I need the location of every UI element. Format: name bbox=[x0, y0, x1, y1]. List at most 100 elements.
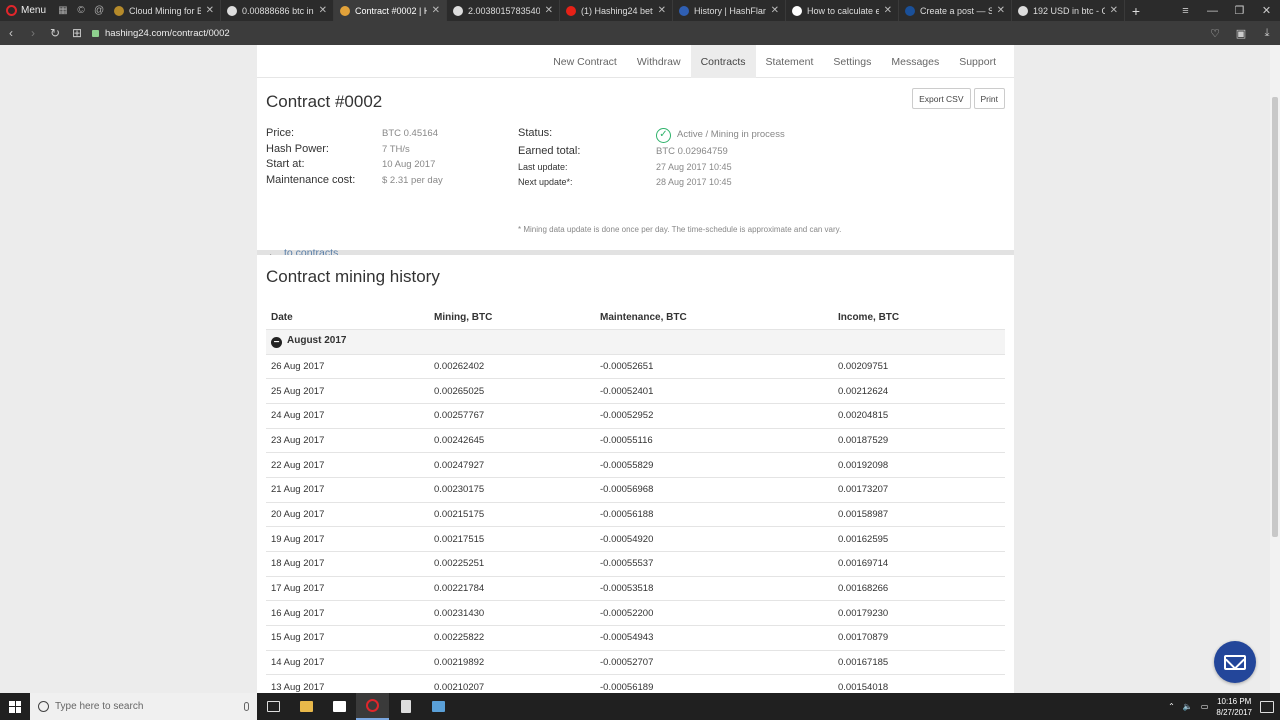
store-icon[interactable] bbox=[323, 693, 356, 720]
browser-tab[interactable]: 0.00888686 btc in in ✕ bbox=[221, 0, 335, 21]
subnav-support[interactable]: Support bbox=[949, 45, 1006, 78]
subnav-withdraw[interactable]: Withdraw bbox=[627, 45, 691, 78]
subnav-contracts[interactable]: Contracts bbox=[690, 45, 756, 78]
tab-close-icon[interactable]: ✕ bbox=[206, 5, 214, 16]
tabs-grid-icon[interactable]: ⊞ bbox=[66, 21, 88, 45]
tab-title: Contract #0002 | Hash bbox=[355, 5, 427, 16]
month-group-cell[interactable]: − August 2017 bbox=[266, 328, 1005, 354]
tab-close-icon[interactable]: ✕ bbox=[997, 5, 1005, 16]
subnav-settings[interactable]: Settings bbox=[823, 45, 881, 78]
tab-close-icon[interactable]: ✕ bbox=[1110, 5, 1118, 16]
cortana-icon bbox=[38, 701, 49, 712]
wallet-icon[interactable]: ▣ bbox=[1228, 21, 1254, 45]
lock-icon bbox=[92, 29, 99, 37]
income-cell: 0.00169714 bbox=[833, 551, 1005, 577]
income-cell: 0.00154018 bbox=[833, 674, 1005, 693]
month-group-row[interactable]: − August 2017 bbox=[266, 328, 1005, 354]
task-view-icon[interactable] bbox=[257, 693, 290, 720]
income-cell: 0.00192098 bbox=[833, 452, 1005, 478]
url-text: hashing24.com/contract/0002 bbox=[105, 27, 230, 39]
keyboard-icon[interactable]: ▭ bbox=[1201, 702, 1209, 711]
tab-close-icon[interactable]: ✕ bbox=[658, 5, 666, 16]
browser-tab[interactable]: Create a post — Steem ✕ bbox=[899, 0, 1013, 21]
back-icon[interactable]: ‹ bbox=[0, 21, 22, 45]
mining-cell: 0.00230175 bbox=[429, 476, 595, 503]
microphone-icon[interactable] bbox=[244, 702, 249, 711]
restore-button[interactable]: ❐ bbox=[1226, 0, 1253, 21]
minimize-button[interactable]: — bbox=[1199, 0, 1226, 21]
reload-icon[interactable]: ↻ bbox=[44, 21, 66, 45]
new-tab-button[interactable]: + bbox=[1125, 0, 1147, 21]
taskbar-clock[interactable]: 10:16 PM 8/27/2017 bbox=[1216, 696, 1252, 718]
opera-taskbar-icon[interactable] bbox=[356, 693, 389, 720]
action-center-icon[interactable] bbox=[1260, 700, 1274, 713]
subnav-messages[interactable]: Messages bbox=[881, 45, 949, 78]
browser-tab[interactable]: (1) Hashing24 better ✕ bbox=[560, 0, 674, 21]
income-cell: 0.00179230 bbox=[833, 600, 1005, 626]
month-group-label: August 2017 bbox=[287, 334, 347, 346]
browser-menu-button[interactable]: Menu bbox=[0, 0, 54, 21]
url-field[interactable]: hashing24.com/contract/0002 bbox=[88, 21, 1202, 45]
income-cell: 0.00173207 bbox=[833, 476, 1005, 503]
forward-icon[interactable]: › bbox=[22, 21, 44, 45]
income-cell: 0.00162595 bbox=[833, 526, 1005, 552]
table-row: 24 Aug 2017 0.00257767 -0.00052952 0.002048… bbox=[266, 402, 1005, 429]
print-button[interactable]: Print bbox=[973, 88, 1005, 109]
contract-labels-left: Price: Hash Power: Start at: Maintenance… bbox=[266, 126, 355, 188]
status-text: Active / Mining in process bbox=[677, 129, 785, 141]
window-controls: ≡ — ❐ ✕ bbox=[1172, 0, 1280, 21]
income-cell: 0.00170879 bbox=[833, 625, 1005, 651]
maintenance-cell: -0.00054943 bbox=[595, 625, 833, 651]
chat-message-button[interactable] bbox=[1214, 641, 1256, 683]
browser-tab[interactable]: 192 USD in btc - Goo ✕ bbox=[1012, 0, 1126, 21]
start-button[interactable] bbox=[0, 693, 30, 720]
mining-cell: 0.00257767 bbox=[429, 402, 595, 429]
collapse-minus-icon[interactable]: − bbox=[271, 337, 282, 349]
contract-values-left: BTC 0.45164 7 TH/s 10 Aug 2017 $ 2.31 pe… bbox=[382, 126, 443, 188]
tab-close-icon[interactable]: ✕ bbox=[432, 5, 440, 16]
tray-chevron-icon[interactable]: ⌃ bbox=[1168, 702, 1175, 711]
at-icon[interactable]: @ bbox=[90, 0, 108, 21]
tab-favicon-icon bbox=[340, 5, 351, 16]
update-note: * Mining data update is done once per da… bbox=[518, 225, 842, 234]
export-csv-button[interactable]: Export CSV bbox=[912, 88, 971, 109]
file-explorer-icon[interactable] bbox=[290, 693, 323, 720]
browser-tab[interactable]: 2.00380157835400 ✕ bbox=[447, 0, 561, 21]
maintenance-cost-label: Maintenance cost: bbox=[266, 173, 356, 186]
crypto-icon[interactable]: © bbox=[72, 0, 90, 21]
tab-title: How to calculate esti bbox=[807, 5, 879, 16]
maintenance-cell: -0.00052401 bbox=[595, 378, 833, 404]
clock-time: 10:16 PM bbox=[1217, 696, 1252, 706]
close-window-button[interactable]: ✕ bbox=[1253, 0, 1280, 21]
browser-tab[interactable]: History | HashFlare Cl ✕ bbox=[673, 0, 787, 21]
page-viewport: New Contract Withdraw Contracts Statement Se… bbox=[0, 45, 1280, 693]
table-row: 14 Aug 2017 0.00219892 -0.00052707 0.001671… bbox=[266, 649, 1005, 675]
taskbar-search[interactable]: Type here to search bbox=[30, 693, 257, 720]
tab-favicon-icon bbox=[453, 5, 464, 16]
date-cell: 26 Aug 2017 bbox=[266, 353, 429, 379]
bookmark-heart-icon[interactable]: ♡ bbox=[1202, 21, 1228, 45]
calculator-icon[interactable] bbox=[389, 693, 422, 720]
earned-total-label: Earned total: bbox=[518, 145, 581, 157]
subnav-new-contract[interactable]: New Contract bbox=[543, 45, 627, 78]
tab-menu-icon[interactable]: ≡ bbox=[1172, 0, 1199, 21]
page-scrollbar[interactable] bbox=[1270, 45, 1280, 693]
tab-close-icon[interactable]: ✕ bbox=[884, 5, 892, 16]
photos-icon[interactable] bbox=[422, 693, 455, 720]
browser-tab[interactable]: Cloud Mining for Bitc ✕ bbox=[108, 0, 222, 21]
browser-tab[interactable]: Contract #0002 | Hash ✕ bbox=[334, 0, 448, 21]
maintenance-cell: -0.00052200 bbox=[595, 600, 833, 626]
scrollbar-thumb[interactable] bbox=[1272, 97, 1278, 537]
maintenance-cell: -0.00056968 bbox=[595, 476, 833, 503]
speed-dial-icon[interactable]: ▦ bbox=[54, 0, 72, 21]
subnav-statement[interactable]: Statement bbox=[756, 45, 824, 78]
tab-close-icon[interactable]: ✕ bbox=[319, 5, 327, 16]
contract-actions: Export CSV Print bbox=[912, 88, 1005, 109]
tab-close-icon[interactable]: ✕ bbox=[771, 5, 779, 16]
tab-close-icon[interactable]: ✕ bbox=[545, 5, 553, 16]
volume-icon[interactable]: 🔈 bbox=[1183, 702, 1193, 711]
download-icon[interactable]: ⤓ bbox=[1254, 21, 1280, 45]
browser-tab[interactable]: How to calculate esti ✕ bbox=[786, 0, 900, 21]
tab-title: History | HashFlare Cl bbox=[694, 5, 766, 16]
clock-date: 8/27/2017 bbox=[1216, 707, 1252, 717]
